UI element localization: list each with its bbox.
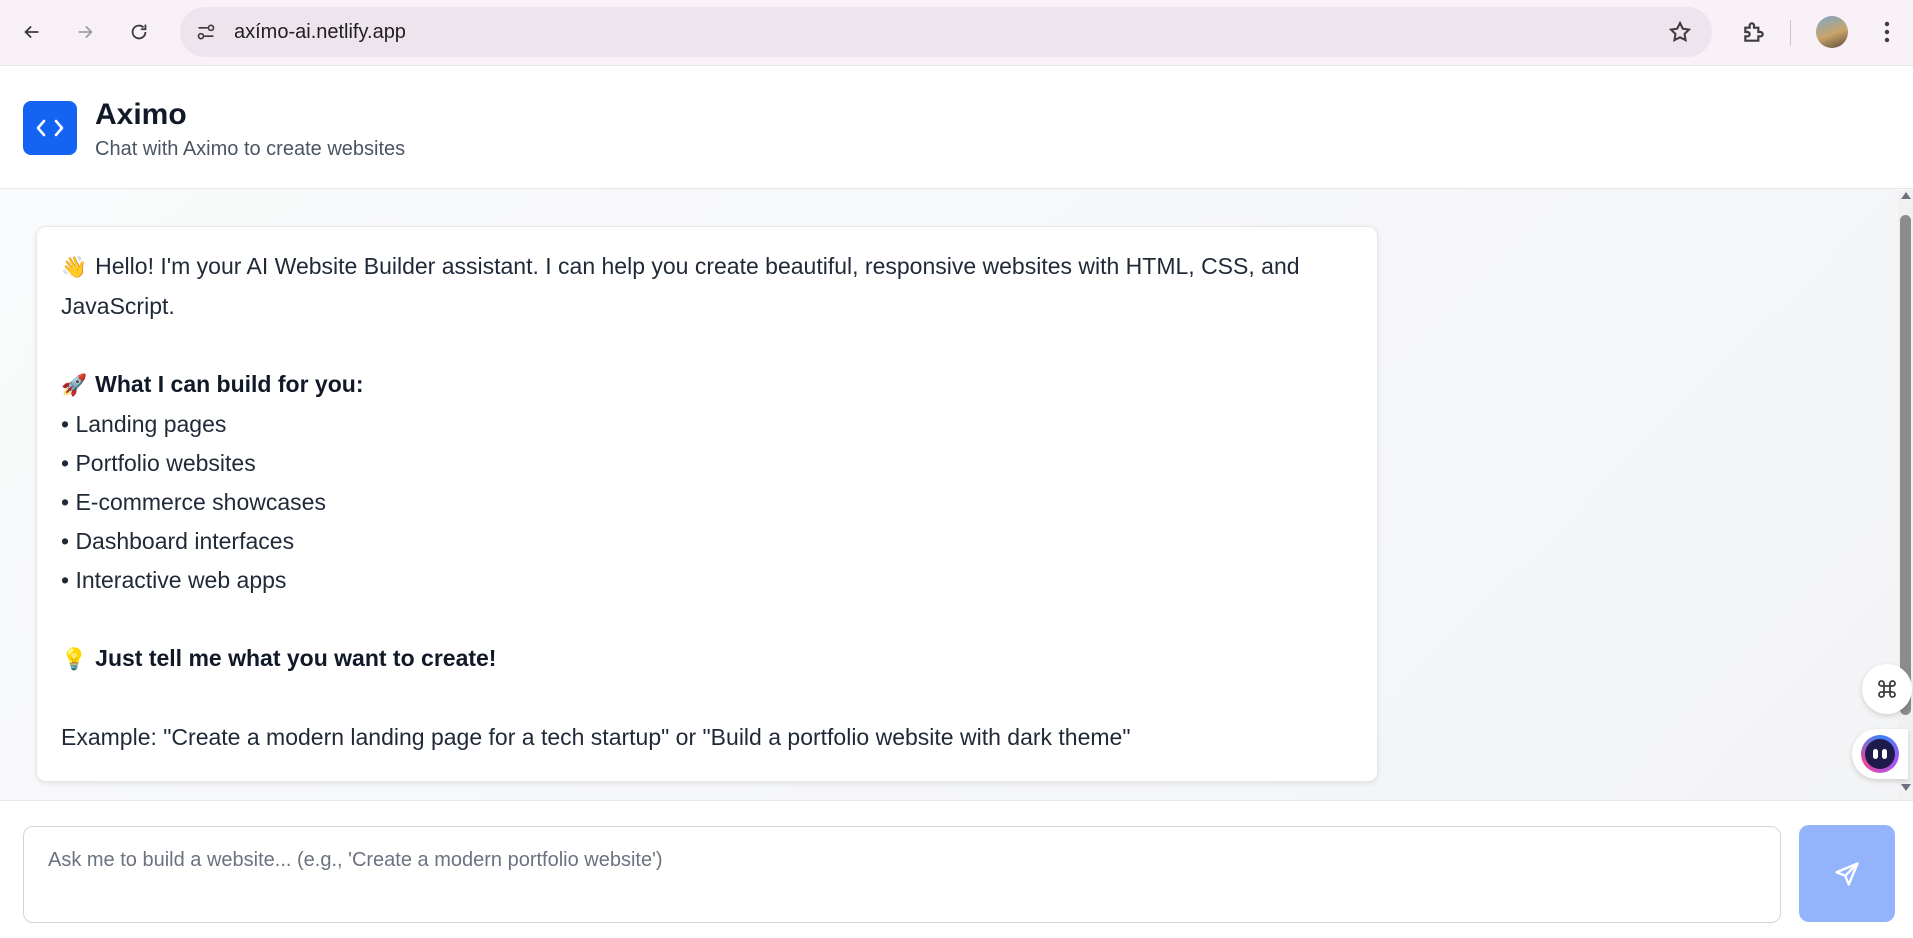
- send-icon: [1835, 861, 1859, 886]
- app-header: Aximo Chat with Aximo to create websites: [0, 66, 1913, 189]
- arrow-left-icon: [24, 25, 39, 39]
- star-icon[interactable]: [1666, 18, 1694, 46]
- assistant-message: 👋 Hello! I'm your AI Website Builder assi…: [36, 226, 1378, 782]
- browser-toolbar: axímo-ai.netlify.app: [0, 0, 1913, 66]
- list-item: • E-commerce showcases: [61, 489, 326, 515]
- waving-hand-icon: 👋: [61, 255, 88, 279]
- puzzle-icon[interactable]: [1736, 14, 1772, 50]
- prompt-input[interactable]: [23, 826, 1781, 923]
- scroll-down-arrow-icon[interactable]: [1901, 784, 1911, 791]
- example-text: Example: "Create a modern landing page f…: [61, 724, 1131, 750]
- reload-button[interactable]: [120, 13, 158, 51]
- kebab-menu-icon[interactable]: [1872, 16, 1902, 48]
- chat-area: 👋 Hello! I'm your AI Website Builder assi…: [0, 190, 1913, 800]
- input-area: [0, 800, 1913, 938]
- intro-line: 👋 Hello! I'm your AI Website Builder assi…: [61, 247, 1353, 326]
- url-text[interactable]: axímo-ai.netlify.app: [234, 21, 406, 44]
- send-button[interactable]: [1799, 825, 1895, 922]
- scroll-thumb[interactable]: [1900, 215, 1911, 715]
- arrow-right-icon: [78, 25, 93, 39]
- tip-line: 💡 Just tell me what you want to create!: [61, 639, 1353, 679]
- back-button[interactable]: [13, 13, 51, 51]
- assistant-bot-button[interactable]: [1852, 729, 1908, 779]
- tip-text: Just tell me what you want to create!: [95, 645, 497, 671]
- profile-avatar[interactable]: [1816, 16, 1848, 48]
- build-heading-line: 🚀 What I can build for you:: [61, 365, 1353, 405]
- rocket-icon: 🚀: [61, 373, 88, 397]
- site-info-icon[interactable]: [190, 16, 222, 48]
- app-title: Aximo: [95, 98, 187, 131]
- address-bar[interactable]: axímo-ai.netlify.app: [180, 7, 1712, 57]
- app-subtitle: Chat with Aximo to create websites: [95, 138, 406, 160]
- toolbar-divider: [1790, 20, 1791, 46]
- build-heading: What I can build for you:: [95, 371, 364, 397]
- command-key-icon: [1878, 680, 1896, 698]
- bot-face-icon: [1861, 735, 1899, 773]
- reload-icon: [131, 24, 147, 40]
- light-bulb-icon: 💡: [61, 647, 88, 671]
- scroll-up-arrow-icon[interactable]: [1901, 192, 1911, 199]
- list-item: • Portfolio websites: [61, 450, 256, 476]
- forward-button[interactable]: [66, 13, 104, 51]
- list-item: • Interactive web apps: [61, 567, 287, 593]
- list-item: • Landing pages: [61, 411, 227, 437]
- intro-text: Hello! I'm your AI Website Builder assis…: [61, 253, 1300, 319]
- code-brackets-icon: [23, 101, 77, 155]
- list-item: • Dashboard interfaces: [61, 528, 295, 554]
- command-shortcut-button[interactable]: [1862, 664, 1912, 714]
